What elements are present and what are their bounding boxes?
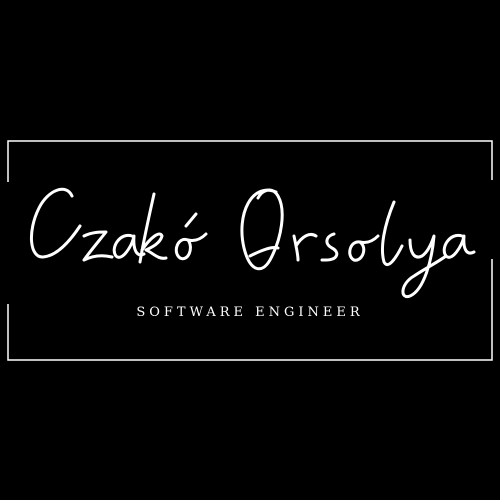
logo-name-script	[29, 187, 476, 299]
subtitle-text: SOFTWARE ENGINEER	[136, 305, 364, 320]
logo-canvas: SOFTWARE ENGINEER	[0, 0, 500, 500]
